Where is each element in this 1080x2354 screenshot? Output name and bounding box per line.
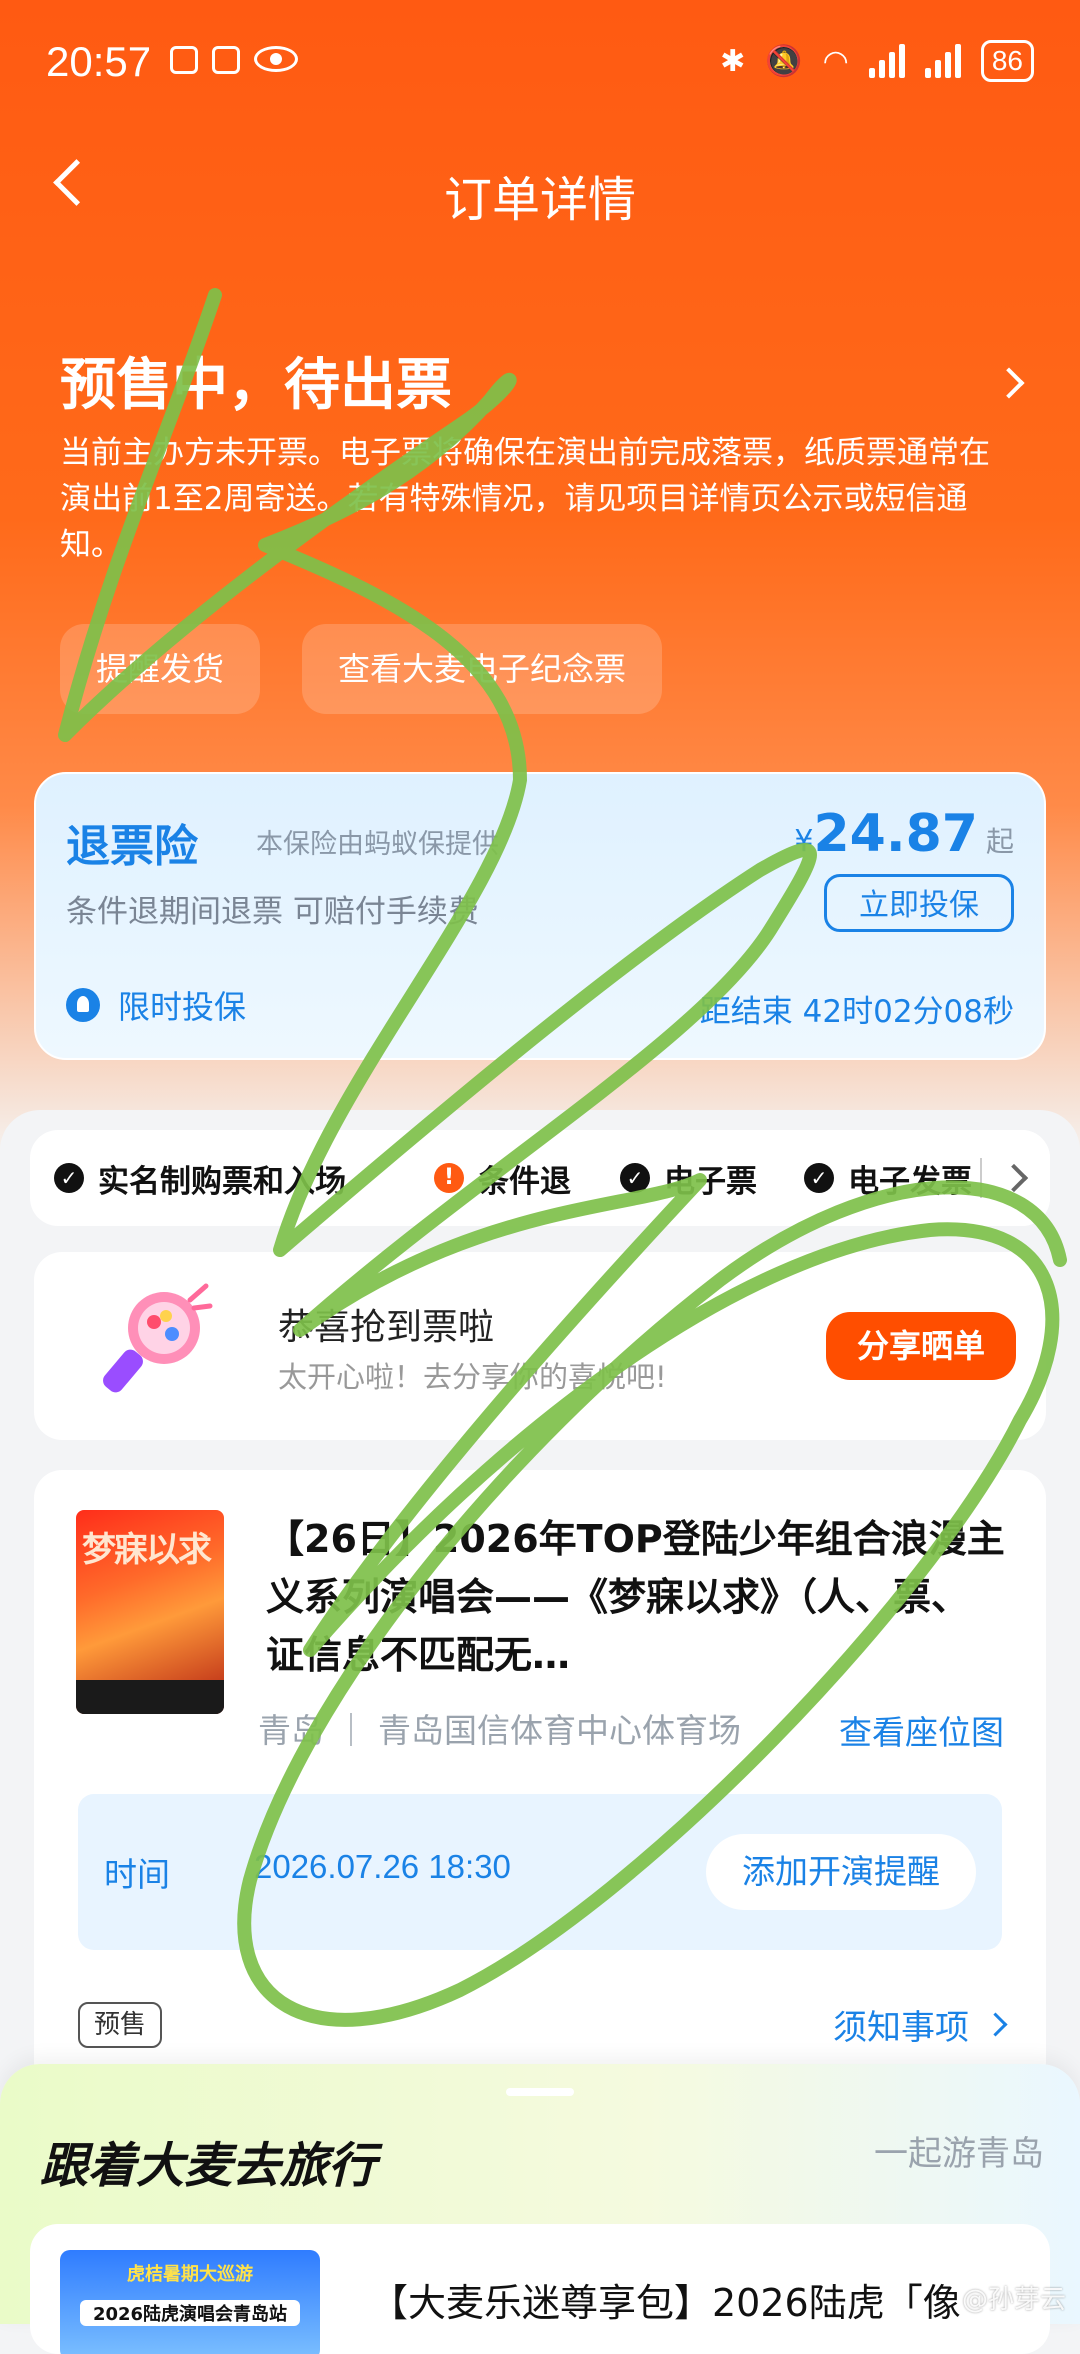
ticket-policy-tags[interactable]: ✓ 实名制购票和入场 ! 条件退 ✓ 电子票 ✓ 电子发票 [30, 1130, 1050, 1226]
watermark: @孙芽云 [961, 2285, 1066, 2315]
presale-badge: 预售 [78, 2002, 163, 2048]
nav-bar: 订单详情 [0, 150, 1080, 240]
poster-text: 梦寐以求 [82, 1530, 212, 1570]
add-reminder-button[interactable]: 添加开演提醒 [706, 1834, 976, 1910]
check-icon: ✓ [620, 1163, 650, 1193]
travel-destination-link[interactable]: 一起游青岛 [874, 2126, 1044, 2175]
seat-map-link[interactable]: 查看座位图 [839, 1706, 1004, 1754]
insurance-name: 退票险 [66, 821, 198, 872]
order-status-title[interactable]: 预售中，待出票 [60, 340, 452, 421]
warning-icon: ! [434, 1163, 464, 1193]
congrats-title: 恭喜抢到票啦 [278, 1307, 495, 1348]
package-title: 【大麦乐迷尊享包】2026陆虎「像 [370, 2281, 961, 2325]
order-status-description: 当前主办方未开票。电子票将确保在演出前完成落票，纸质票通常在演出前1至2周寄送。… [60, 435, 990, 563]
bluetooth-icon: ✱ [720, 43, 746, 79]
notice-link[interactable]: 须知事项 [833, 2000, 1008, 2049]
package-thumbnail: 虎桔暑期大巡游 2026陆虎演唱会青岛站 [60, 2250, 320, 2354]
order-item-card[interactable]: 梦寐以求 【26日】2026年TOP登陆少年组合浪漫主义系列演唱会——《梦寐以求… [34, 1470, 1046, 2090]
page-title: 订单详情 [443, 172, 636, 228]
event-title[interactable]: 【26日】2026年TOP登陆少年组合浪漫主义系列演唱会——《梦寐以求》（人、票… [266, 1510, 1006, 1684]
notification-icons [170, 46, 298, 74]
refund-insurance-card[interactable]: 退票险 本保险由蚂蚁保提供 ¥24.87 起 条件退期间退票 可赔付手续费 立即投… [34, 772, 1046, 1060]
tag-einvoice[interactable]: ✓ 电子发票 [804, 1130, 972, 1226]
event-poster[interactable]: 梦寐以求 [76, 1510, 224, 1714]
travel-sheet[interactable]: 跟着大麦去旅行 一起游青岛 虎桔暑期大巡游 2026陆虎演唱会青岛站 【大麦乐迷… [0, 2064, 1080, 2354]
mute-icon: 🔕 [765, 43, 803, 79]
tag-realname[interactable]: ✓ 实名制购票和入场 [54, 1130, 346, 1226]
battery-icon: 86 [980, 40, 1034, 82]
congrats-subtitle: 太开心啦！去分享你的喜悦吧! [278, 1360, 667, 1394]
check-icon: ✓ [804, 1163, 834, 1193]
app-notification-icon [170, 46, 198, 74]
app-notification-icon [212, 46, 240, 74]
poster-footer [76, 1680, 224, 1714]
time-value: 2026.07.26 18:30 [254, 1848, 511, 1885]
travel-title: 跟着大麦去旅行 [40, 2138, 377, 2194]
limited-offer: 限时投保 [66, 982, 246, 1028]
rocket-icon [66, 988, 100, 1022]
tags-more-chevron-icon[interactable] [980, 1130, 1050, 1226]
status-bar: 20:57 ✱ 🔕 ◠ 86 [0, 0, 1080, 128]
show-time-box: 时间 2026.07.26 18:30 添加开演提醒 [78, 1794, 1002, 1950]
tag-eticket[interactable]: ✓ 电子票 [620, 1130, 757, 1226]
insurance-provider: 本保险由蚂蚁保提供 [256, 829, 499, 860]
signal-icon [924, 44, 961, 78]
time-label: 时间 [104, 1855, 170, 1894]
eye-icon [254, 46, 298, 72]
system-indicators: ✱ 🔕 ◠ 86 [720, 40, 1034, 82]
insurance-condition: 条件退期间退票 可赔付手续费 [66, 894, 479, 930]
souvenir-ticket-button[interactable]: 查看大麦电子纪念票 [302, 624, 663, 714]
remind-ship-button[interactable]: 提醒发货 [60, 624, 261, 714]
event-venue: 青岛 ｜ 青岛国信体育中心体育场 [258, 1711, 741, 1750]
share-order-button[interactable]: 分享晒单 [826, 1312, 1016, 1380]
tag-conditional-refund[interactable]: ! 条件退 [434, 1130, 571, 1226]
wifi-icon: ◠ [822, 43, 849, 79]
congrats-card: 恭喜抢到票啦 太开心啦！去分享你的喜悦吧! 分享晒单 [34, 1252, 1046, 1440]
buy-insurance-button[interactable]: 立即投保 [824, 874, 1014, 932]
insurance-price: ¥24.87 起 [794, 804, 1014, 864]
light-stick-sticker-icon [103, 1283, 213, 1393]
travel-package-card[interactable]: 虎桔暑期大巡游 2026陆虎演唱会青岛站 【大麦乐迷尊享包】2026陆虎「像 [30, 2224, 1050, 2354]
chevron-right-icon [983, 2012, 1008, 2037]
check-icon: ✓ [54, 1163, 84, 1193]
sheet-drag-handle[interactable] [506, 2088, 574, 2096]
offer-countdown: 距结束 42时02分08秒 [699, 994, 1014, 1030]
signal-icon [868, 44, 905, 78]
status-time: 20:57 [46, 38, 152, 85]
